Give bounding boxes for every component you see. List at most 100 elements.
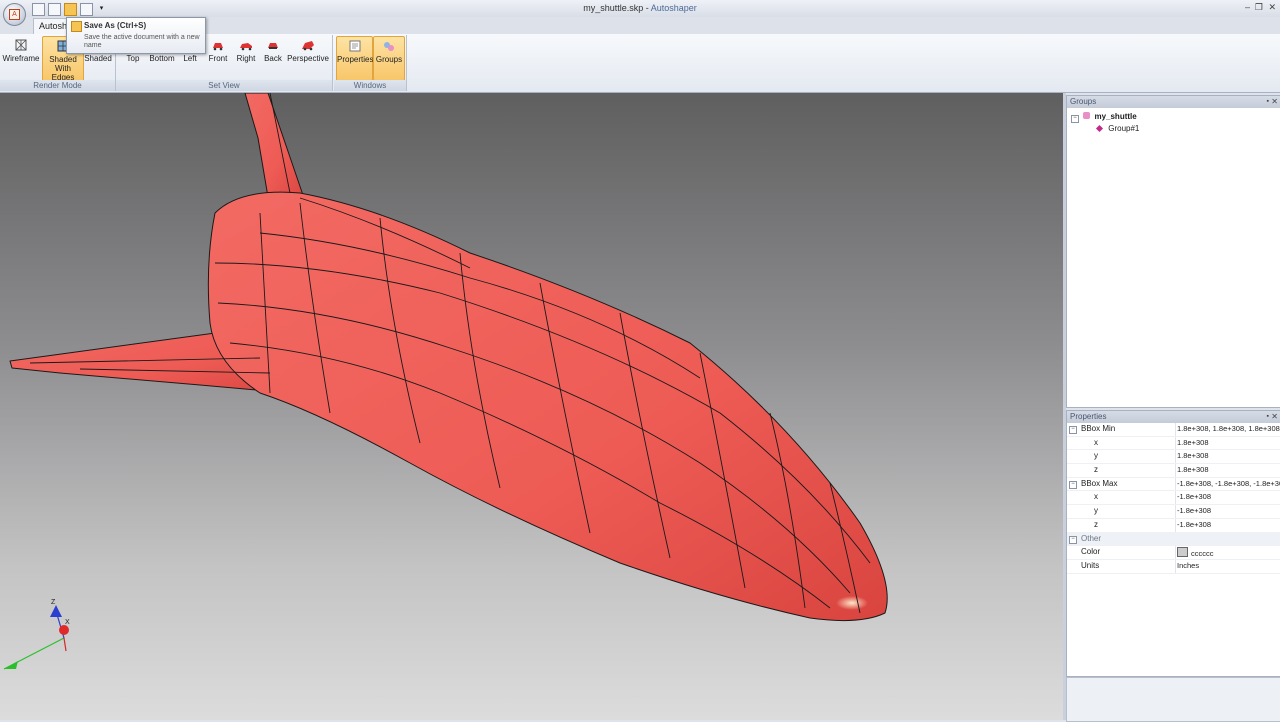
close-icon[interactable]: ✕ (1271, 96, 1278, 108)
view-front-button[interactable]: Front (205, 36, 231, 79)
collapse-icon[interactable]: − (1069, 480, 1077, 489)
property-value[interactable]: cccccc (1177, 547, 1280, 558)
save-as-icon[interactable] (64, 3, 77, 16)
properties-panel-header: Properties ▪ ✕ (1067, 411, 1280, 423)
row-divider (1175, 436, 1176, 450)
property-row[interactable]: Units Inches (1067, 559, 1280, 574)
view-back-button[interactable]: Back (261, 36, 285, 79)
groups-window-label: Groups (375, 55, 403, 64)
save-as-tooltip-icon (71, 21, 82, 32)
3d-viewport[interactable]: Z X (0, 93, 1064, 720)
qat-customize-icon[interactable]: ▾ (96, 3, 107, 14)
tree-child-node[interactable]: Group#1 (1095, 124, 1140, 133)
tooltip-title: Save As (Ctrl+S) (84, 21, 147, 30)
property-value: -1.8e+308 (1177, 519, 1211, 529)
tree-root-label: my_shuttle (1094, 112, 1137, 121)
save-as-tooltip: Save As (Ctrl+S) Save the active documen… (66, 17, 206, 54)
window-title: my_shuttle.skp - Autoshaper (0, 3, 1280, 13)
groups-panel-header: Groups ▪ ✕ (1067, 96, 1280, 108)
view-top-label: Top (126, 54, 140, 63)
row-divider (1175, 477, 1176, 491)
property-value: 1.8e+308 (1177, 465, 1209, 475)
child-group-icon (1095, 124, 1104, 133)
new-document-icon[interactable] (32, 3, 45, 16)
shaded-label: Shaded (84, 54, 112, 63)
groups-panel: Groups ▪ ✕ − my_shuttle Group#1 (1066, 95, 1280, 408)
property-row[interactable]: y -1.8e+308 (1067, 505, 1280, 519)
property-row[interactable]: − BBox Min 1.8e+308, 1.8e+308, 1.8e+308 (1067, 423, 1280, 437)
property-value: 1.8e+308 (1177, 451, 1209, 461)
title-bar: my_shuttle.skp - Autoshaper – ❐ ✕ (0, 0, 1280, 18)
groups-window-button[interactable]: Groups (373, 36, 405, 81)
open-folder-icon[interactable] (48, 3, 61, 16)
groups-panel-title: Groups (1070, 97, 1097, 106)
property-value: -1.8e+308 (1177, 506, 1211, 516)
row-divider (1175, 518, 1176, 532)
property-name: y (1094, 451, 1098, 461)
property-row[interactable]: x -1.8e+308 (1067, 491, 1280, 506)
row-divider (1175, 505, 1176, 518)
view-perspective-button[interactable]: Perspective (287, 36, 329, 79)
view-front-icon (213, 43, 223, 51)
property-category-name: Other (1081, 533, 1102, 543)
shuttle-model (9, 93, 888, 622)
property-row[interactable]: z -1.8e+308 (1067, 518, 1280, 533)
quick-access-toolbar: ▾ (32, 3, 107, 16)
tree-root-node[interactable]: − my_shuttle (1071, 112, 1137, 123)
shuttle-tail-fin (244, 93, 306, 202)
windows-group: Properties Groups Windows (334, 35, 407, 91)
tree-child-label: Group#1 (1108, 124, 1140, 133)
property-name: z (1094, 519, 1098, 529)
properties-panel-title: Properties (1070, 412, 1107, 421)
row-divider (1175, 450, 1176, 464)
property-name: x (1094, 437, 1098, 447)
property-value: Inches (1177, 560, 1200, 570)
property-row[interactable]: z 1.8e+308 (1067, 464, 1280, 478)
property-row[interactable]: − BBox Max -1.8e+308, -1.8e+308, -1.8e+3… (1067, 477, 1280, 492)
window-title-file: my_shuttle.skp (583, 3, 644, 13)
close-icon[interactable]: ✕ (1271, 411, 1278, 423)
color-swatch (1177, 547, 1188, 558)
view-right-label: Right (236, 54, 256, 63)
property-name: Units (1081, 560, 1100, 570)
property-name: z (1094, 465, 1098, 475)
pin-icon[interactable]: ▪ (1267, 411, 1269, 423)
restore-button[interactable]: ❐ (1255, 2, 1263, 13)
wireframe-button[interactable]: Wireframe (2, 36, 40, 79)
minimize-button[interactable]: – (1245, 2, 1250, 12)
pin-icon[interactable]: ▪ (1267, 96, 1269, 108)
view-bottom-label: Bottom (149, 54, 175, 63)
axis-triad: Z X (3, 599, 70, 670)
collapse-icon[interactable]: − (1069, 426, 1077, 434)
property-name: x (1094, 492, 1098, 502)
property-value: -1.8e+308 (1177, 492, 1211, 502)
property-name: BBox Max (1081, 478, 1118, 488)
properties-window-button[interactable]: Properties (336, 36, 373, 81)
property-category-row[interactable]: − Other (1067, 532, 1280, 547)
shuttle-fuselage (207, 191, 888, 622)
viewport-canvas: Z X (3, 93, 888, 670)
property-row[interactable]: Color cccccc (1067, 546, 1280, 560)
axis-x-line (63, 637, 67, 652)
shaded-with-edges-label-1: Shaded (49, 55, 77, 64)
row-divider (1175, 559, 1176, 573)
row-divider (1175, 546, 1176, 559)
application-button[interactable]: A (3, 3, 26, 26)
property-row[interactable]: y 1.8e+308 (1067, 450, 1280, 465)
property-value: 1.8e+308, 1.8e+308, 1.8e+308 (1177, 424, 1280, 433)
axis-x-ball (59, 625, 69, 635)
close-button[interactable]: ✕ (1268, 2, 1276, 13)
color-value: cccccc (1191, 549, 1214, 559)
view-right-button[interactable]: Right (233, 36, 259, 79)
print-icon[interactable] (80, 3, 93, 16)
collapse-icon[interactable]: − (1071, 115, 1079, 123)
row-divider (1175, 423, 1176, 436)
view-right-icon (240, 43, 252, 51)
window-title-app: Autoshaper (650, 3, 697, 13)
property-row[interactable]: x 1.8e+308 (1067, 436, 1280, 451)
properties-icon (349, 40, 360, 52)
property-grid: − BBox Min 1.8e+308, 1.8e+308, 1.8e+308 … (1067, 423, 1280, 574)
groups-icon (384, 42, 394, 51)
collapse-icon[interactable]: − (1069, 535, 1077, 544)
groups-tree: − my_shuttle Group#1 (1067, 108, 1280, 404)
